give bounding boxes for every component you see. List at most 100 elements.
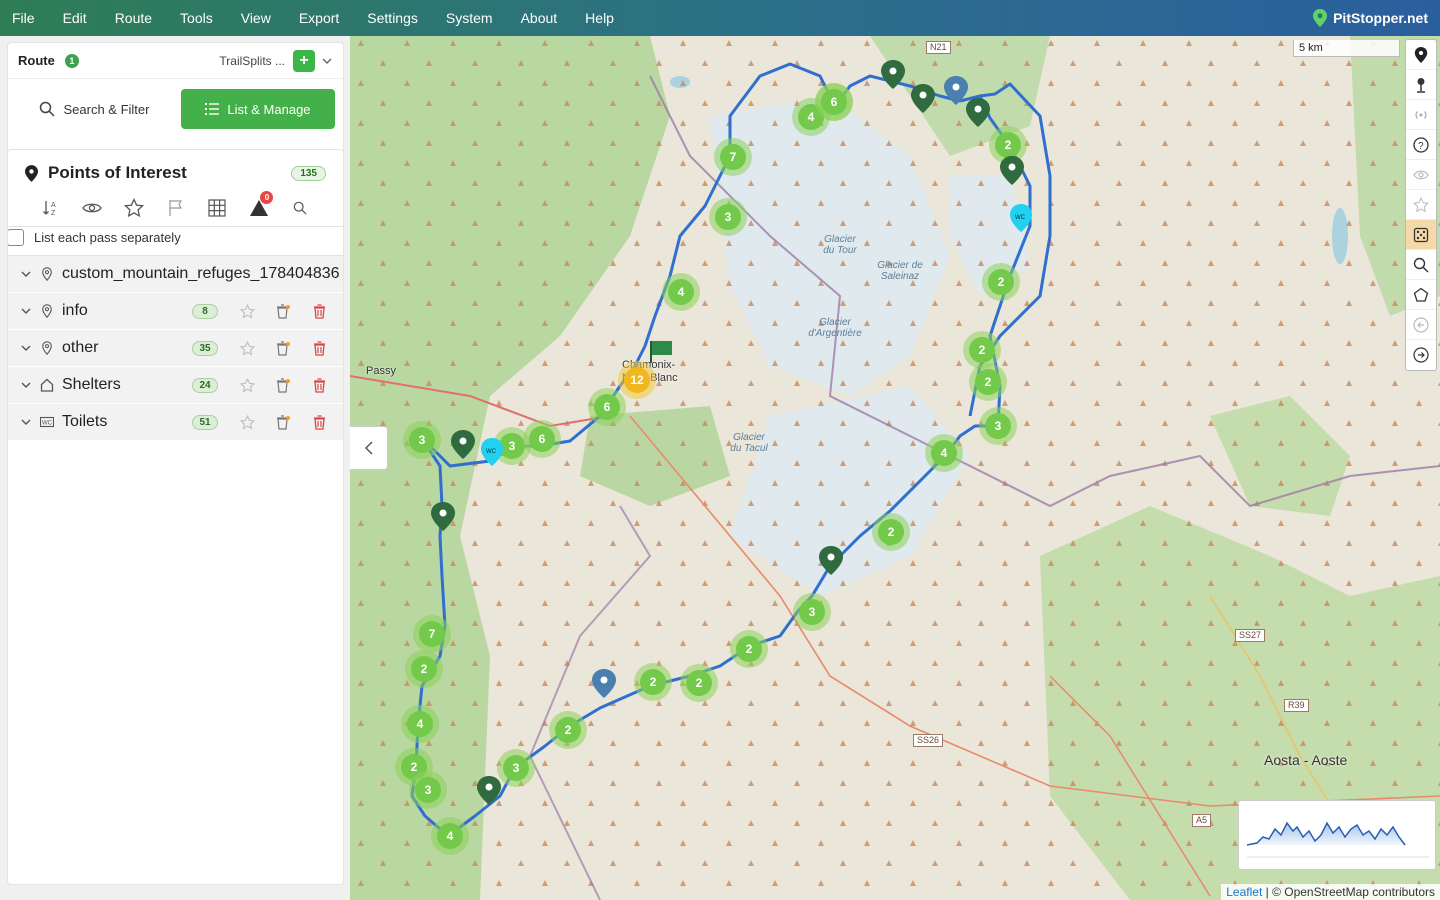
star-icon[interactable] bbox=[240, 414, 255, 430]
poi-marker-pin[interactable] bbox=[451, 430, 475, 459]
separate-pass-checkbox[interactable] bbox=[8, 229, 24, 246]
menu-system[interactable]: System bbox=[432, 0, 507, 36]
clear-bin-icon[interactable] bbox=[276, 340, 290, 356]
polygon-tool[interactable] bbox=[1406, 280, 1436, 310]
chevron-down-icon[interactable] bbox=[20, 305, 32, 317]
marker-cluster[interactable]: 12 bbox=[618, 361, 656, 399]
chevron-down-icon[interactable] bbox=[20, 416, 32, 428]
marker-cluster[interactable]: 2 bbox=[634, 663, 672, 701]
marker-cluster[interactable]: 2 bbox=[963, 331, 1001, 369]
poi-pin-tool[interactable] bbox=[1406, 40, 1436, 70]
poi-group-row[interactable]: info 8 bbox=[8, 293, 343, 330]
menu-edit[interactable]: Edit bbox=[49, 0, 101, 36]
poi-marker-wc[interactable]: WC bbox=[1010, 204, 1032, 232]
marker-cluster[interactable]: 6 bbox=[588, 388, 626, 426]
menu-about[interactable]: About bbox=[507, 0, 572, 36]
poi-marker-pin[interactable] bbox=[881, 60, 905, 89]
clear-bin-icon[interactable] bbox=[276, 377, 290, 393]
help-tool[interactable]: ? bbox=[1406, 130, 1436, 160]
signal-tool[interactable] bbox=[1406, 100, 1436, 130]
marker-cluster[interactable]: 6 bbox=[523, 420, 561, 458]
signal-icon bbox=[1415, 110, 1427, 119]
marker-cluster[interactable]: 7 bbox=[714, 138, 752, 176]
collapse-sidebar-button[interactable] bbox=[350, 426, 388, 470]
menu-export[interactable]: Export bbox=[285, 0, 353, 36]
search-icon[interactable] bbox=[279, 196, 321, 220]
delete-icon[interactable] bbox=[313, 414, 326, 430]
poi-marker-pin[interactable] bbox=[819, 546, 843, 575]
delete-icon[interactable] bbox=[313, 340, 326, 356]
poi-group-row[interactable]: other 35 bbox=[8, 330, 343, 367]
marker-cluster[interactable]: 4 bbox=[401, 705, 439, 743]
person-pin-tool[interactable] bbox=[1406, 70, 1436, 100]
poi-marker-wc[interactable]: WC bbox=[481, 438, 503, 466]
cluster-tool[interactable] bbox=[1406, 220, 1436, 250]
star-icon[interactable] bbox=[240, 377, 255, 393]
chevron-down-icon[interactable] bbox=[321, 55, 333, 67]
poi-marker-flag[interactable] bbox=[650, 341, 672, 363]
map-view[interactable]: Aosta - Aoste Chamonix-Mont-Blanc Passy … bbox=[350, 36, 1440, 900]
chevron-down-icon[interactable] bbox=[20, 268, 32, 280]
search-tool[interactable] bbox=[1406, 250, 1436, 280]
menu-file[interactable]: File bbox=[0, 0, 49, 36]
favorite-tool[interactable] bbox=[1406, 190, 1436, 220]
marker-cluster[interactable]: 3 bbox=[497, 749, 535, 787]
clear-bin-icon[interactable] bbox=[276, 414, 290, 430]
poi-marker-pin[interactable] bbox=[1000, 156, 1024, 185]
star-icon[interactable] bbox=[240, 340, 255, 356]
menu-route[interactable]: Route bbox=[101, 0, 166, 36]
back-tool[interactable] bbox=[1406, 310, 1436, 340]
star-icon[interactable] bbox=[113, 196, 155, 220]
eye-icon[interactable] bbox=[72, 196, 114, 220]
sort-az-icon[interactable]: AZ bbox=[30, 196, 72, 220]
forward-tool[interactable] bbox=[1406, 340, 1436, 370]
poi-marker-pin[interactable] bbox=[944, 76, 968, 105]
delete-icon[interactable] bbox=[313, 377, 326, 393]
marker-cluster[interactable]: 3 bbox=[709, 198, 747, 236]
list-manage-tab[interactable]: List & Manage bbox=[180, 89, 335, 129]
marker-cluster[interactable]: 4 bbox=[431, 817, 469, 855]
marker-cluster[interactable]: 3 bbox=[409, 771, 447, 809]
add-route-button[interactable]: + bbox=[293, 49, 315, 72]
star-icon[interactable] bbox=[240, 303, 255, 319]
marker-cluster[interactable]: 2 bbox=[982, 263, 1020, 301]
marker-cluster[interactable]: 2 bbox=[969, 363, 1007, 401]
poi-marker-pin[interactable] bbox=[966, 98, 990, 127]
elevation-profile[interactable] bbox=[1238, 800, 1436, 870]
marker-cluster[interactable]: 2 bbox=[872, 513, 910, 551]
search-filter-tab[interactable]: Search & Filter bbox=[16, 89, 173, 129]
poi-marker-pin[interactable] bbox=[431, 502, 455, 531]
grid-icon[interactable] bbox=[196, 196, 238, 220]
chevron-down-icon[interactable] bbox=[20, 342, 32, 354]
flag-icon[interactable] bbox=[155, 196, 197, 220]
visibility-tool[interactable] bbox=[1406, 160, 1436, 190]
marker-cluster[interactable]: 3 bbox=[403, 421, 441, 459]
marker-cluster[interactable]: 2 bbox=[549, 711, 587, 749]
poi-marker-pin[interactable] bbox=[911, 84, 935, 113]
marker-cluster[interactable]: 3 bbox=[979, 407, 1017, 445]
marker-cluster[interactable]: 2 bbox=[405, 650, 443, 688]
poi-group-row[interactable]: Shelters 24 bbox=[8, 367, 343, 404]
delete-icon[interactable] bbox=[313, 303, 326, 319]
warning-filter-button[interactable]: 0 bbox=[238, 191, 280, 220]
poi-marker-pin[interactable] bbox=[592, 669, 616, 698]
brand-link[interactable]: PitStopper.net bbox=[1313, 0, 1428, 36]
marker-cluster[interactable]: 2 bbox=[730, 630, 768, 668]
menu-help[interactable]: Help bbox=[571, 0, 628, 36]
menu-settings[interactable]: Settings bbox=[353, 0, 432, 36]
leaflet-link[interactable]: Leaflet bbox=[1226, 885, 1262, 899]
marker-cluster[interactable]: 4 bbox=[925, 434, 963, 472]
clear-bin-icon[interactable] bbox=[276, 303, 290, 319]
menu-tools[interactable]: Tools bbox=[166, 0, 227, 36]
poi-marker-pin[interactable] bbox=[477, 776, 501, 805]
poi-group-row[interactable]: custom_mountain_refuges_178404836 bbox=[8, 256, 343, 293]
marker-cluster[interactable]: 6 bbox=[815, 83, 853, 121]
marker-cluster[interactable]: 4 bbox=[662, 273, 700, 311]
marker-cluster[interactable]: 3 bbox=[793, 593, 831, 631]
marker-cluster[interactable]: 7 bbox=[413, 615, 451, 653]
poi-group-row[interactable]: WC Toilets 51 bbox=[8, 404, 343, 441]
chevron-down-icon[interactable] bbox=[20, 379, 32, 391]
menu-view[interactable]: View bbox=[227, 0, 285, 36]
marker-cluster[interactable]: 2 bbox=[680, 664, 718, 702]
route-name[interactable]: TrailSplits ... bbox=[219, 54, 285, 68]
